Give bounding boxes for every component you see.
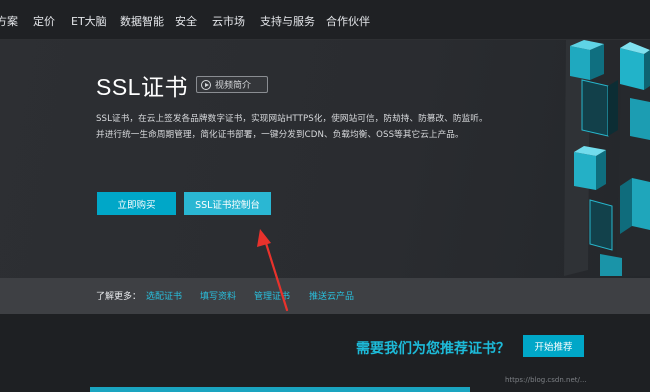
buy-now-button[interactable]: 立即购买 xyxy=(97,192,176,215)
video-intro-label: 视频简介 xyxy=(215,81,252,91)
learn-link-fill-info[interactable]: 填写资料 xyxy=(200,289,236,302)
start-recommend-button[interactable]: 开始推荐 xyxy=(523,335,584,357)
nav-item-support[interactable]: 支持与服务 xyxy=(260,13,315,29)
learn-link-manage-certificate[interactable]: 管理证书 xyxy=(254,289,290,302)
nav-item-security[interactable]: 安全 xyxy=(175,13,197,29)
recommend-question: 需要我们为您推荐证书？ xyxy=(356,341,510,357)
watermark-text: https://blog.csdn.net/... xyxy=(505,376,587,384)
nav-item-marketplace[interactable]: 云市场 xyxy=(212,13,245,29)
cube-decoration-image xyxy=(560,40,650,276)
nav-item-pricing[interactable]: 定价 xyxy=(33,13,55,29)
play-icon xyxy=(201,79,211,90)
bottom-accent-line xyxy=(90,387,470,392)
learn-more-label: 了解更多： xyxy=(96,292,142,302)
product-description-line-1: SSL证书，在云上签发各品牌数字证书，实现网站HTTPS化，使网站可信，防劫持、… xyxy=(96,114,488,124)
top-nav: 方案 定价 ET大脑 数据智能 安全 云市场 支持与服务 合作伙伴 xyxy=(0,0,650,40)
video-intro-button[interactable]: 视频简介 xyxy=(196,76,268,93)
nav-item-partners[interactable]: 合作伙伴 xyxy=(326,13,370,29)
product-description-line-2: 并进行统一生命周期管理，简化证书部署，一键分发到CDN、负载均衡、OSS等其它云… xyxy=(96,130,464,140)
page-title: SSL证书 xyxy=(96,74,188,100)
learn-link-select-certificate[interactable]: 选配证书 xyxy=(146,289,182,302)
nav-item-solutions[interactable]: 方案 xyxy=(0,13,18,29)
ssl-console-button[interactable]: SSL证书控制台 xyxy=(184,192,271,215)
learn-link-push-cloud-product[interactable]: 推送云产品 xyxy=(309,289,354,302)
nav-item-et-brain[interactable]: ET大脑 xyxy=(71,13,107,29)
nav-item-data-intelligence[interactable]: 数据智能 xyxy=(120,13,164,29)
